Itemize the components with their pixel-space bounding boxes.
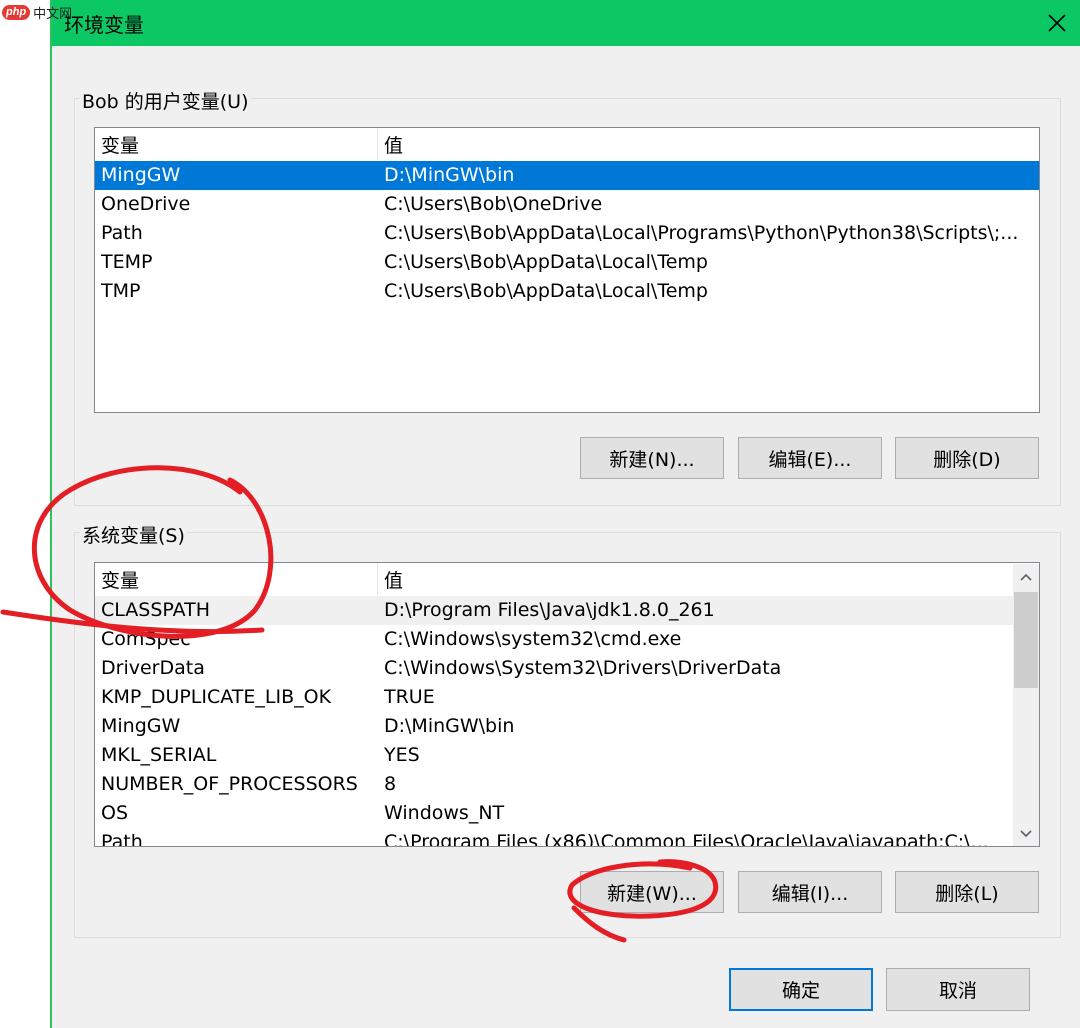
var-value: C:\Program Files (x86)\Common Files\Orac…	[384, 831, 989, 847]
var-name: NUMBER_OF_PROCESSORS	[101, 773, 358, 795]
scroll-down-button[interactable]	[1013, 821, 1039, 846]
var-value: D:\Program Files\Java\jdk1.8.0_261	[384, 599, 715, 621]
scroll-up-button[interactable]	[1013, 564, 1039, 590]
var-value: YES	[384, 744, 420, 766]
close-button[interactable]	[1034, 0, 1080, 46]
scroll-thumb[interactable]	[1014, 592, 1038, 688]
var-name: Path	[101, 222, 143, 244]
var-name: CLASSPATH	[101, 599, 211, 621]
system-new-button[interactable]: 新建(W)...	[580, 871, 724, 913]
var-name: KMP_DUPLICATE_LIB_OK	[101, 686, 332, 708]
var-name: TMP	[101, 280, 141, 302]
env-vars-dialog: 环境变量 Bob 的用户变量(U) 变量 值 MingGW D:\MinGW\b…	[52, 0, 1080, 1028]
user-var-row[interactable]: Path C:\Users\Bob\AppData\Local\Programs…	[95, 219, 1039, 248]
var-value: C:\Users\Bob\AppData\Local\Programs\Pyth…	[384, 222, 1019, 244]
system-col-variable[interactable]: 变量	[95, 563, 377, 595]
system-var-row[interactable]: Path C:\Program Files (x86)\Common Files…	[95, 828, 1013, 847]
system-var-row[interactable]: DriverData C:\Windows\System32\Drivers\D…	[95, 654, 1013, 683]
var-value: D:\MinGW\bin	[384, 164, 515, 186]
system-vars-header: 变量 值	[95, 563, 1039, 595]
var-name: MKL_SERIAL	[101, 744, 217, 766]
system-delete-button[interactable]: 删除(L)	[895, 871, 1039, 913]
user-var-row[interactable]: TEMP C:\Users\Bob\AppData\Local\Temp	[95, 248, 1039, 277]
var-name: Path	[101, 831, 143, 847]
chevron-up-icon	[1020, 573, 1032, 581]
system-var-row[interactable]: CLASSPATH D:\Program Files\Java\jdk1.8.0…	[95, 596, 1013, 625]
var-value: TRUE	[384, 686, 435, 708]
system-vars-scrollbar[interactable]	[1013, 564, 1039, 846]
chevron-down-icon	[1020, 830, 1032, 838]
system-vars-list[interactable]: 变量 值 CLASSPATH D:\Program Files\Java\jdk…	[94, 562, 1040, 847]
user-var-row[interactable]: OneDrive C:\Users\Bob\OneDrive	[95, 190, 1039, 219]
var-value: C:\Users\Bob\AppData\Local\Temp	[384, 280, 708, 302]
user-new-button[interactable]: 新建(N)...	[580, 437, 724, 479]
system-var-row[interactable]: MKL_SERIAL YES	[95, 741, 1013, 770]
user-col-value[interactable]: 值	[378, 128, 1039, 160]
var-value: C:\Users\Bob\AppData\Local\Temp	[384, 251, 708, 273]
user-col-variable[interactable]: 变量	[95, 128, 377, 160]
var-name: TEMP	[101, 251, 153, 273]
system-vars-label: 系统变量(S)	[80, 521, 187, 548]
cancel-button[interactable]: 取消	[886, 968, 1030, 1011]
user-delete-button[interactable]: 删除(D)	[895, 437, 1039, 479]
user-vars-list[interactable]: 变量 值 MingGW D:\MinGW\bin OneDrive C:\Use…	[94, 127, 1040, 413]
system-var-row[interactable]: NUMBER_OF_PROCESSORS 8	[95, 770, 1013, 799]
var-name: MingGW	[101, 715, 181, 737]
var-value: C:\Users\Bob\OneDrive	[384, 193, 603, 215]
user-vars-label: Bob 的用户变量(U)	[80, 87, 251, 114]
system-var-row[interactable]: MingGW D:\MinGW\bin	[95, 712, 1013, 741]
var-name: OS	[101, 802, 129, 824]
var-value: C:\Windows\system32\cmd.exe	[384, 628, 682, 650]
desktop-left-strip	[0, 0, 50, 1028]
close-icon	[1048, 14, 1066, 32]
user-edit-button[interactable]: 编辑(E)...	[738, 437, 882, 479]
var-value: Windows_NT	[384, 802, 505, 824]
watermark: php 中文网	[2, 2, 72, 22]
var-value: D:\MinGW\bin	[384, 715, 515, 737]
system-col-value[interactable]: 值	[378, 563, 1012, 595]
var-name: OneDrive	[101, 193, 191, 215]
var-value: 8	[384, 773, 397, 795]
user-var-row[interactable]: TMP C:\Users\Bob\AppData\Local\Temp	[95, 277, 1039, 306]
var-name: ComSpec	[101, 628, 191, 650]
system-edit-button[interactable]: 编辑(I)...	[738, 871, 882, 913]
user-vars-header: 变量 值	[95, 128, 1039, 160]
window-title: 环境变量	[64, 13, 144, 37]
watermark-text: 中文网	[33, 6, 73, 22]
watermark-logo: php	[2, 4, 31, 20]
user-var-row[interactable]: MingGW D:\MinGW\bin	[95, 161, 1039, 190]
var-name: MingGW	[101, 164, 181, 186]
ok-button[interactable]: 确定	[729, 968, 873, 1011]
var-value: C:\Windows\System32\Drivers\DriverData	[384, 657, 782, 679]
var-name: DriverData	[101, 657, 205, 679]
system-var-row[interactable]: OS Windows_NT	[95, 799, 1013, 828]
system-var-row[interactable]: KMP_DUPLICATE_LIB_OK TRUE	[95, 683, 1013, 712]
title-bar[interactable]: 环境变量	[52, 0, 1080, 46]
system-var-row[interactable]: ComSpec C:\Windows\system32\cmd.exe	[95, 625, 1013, 654]
